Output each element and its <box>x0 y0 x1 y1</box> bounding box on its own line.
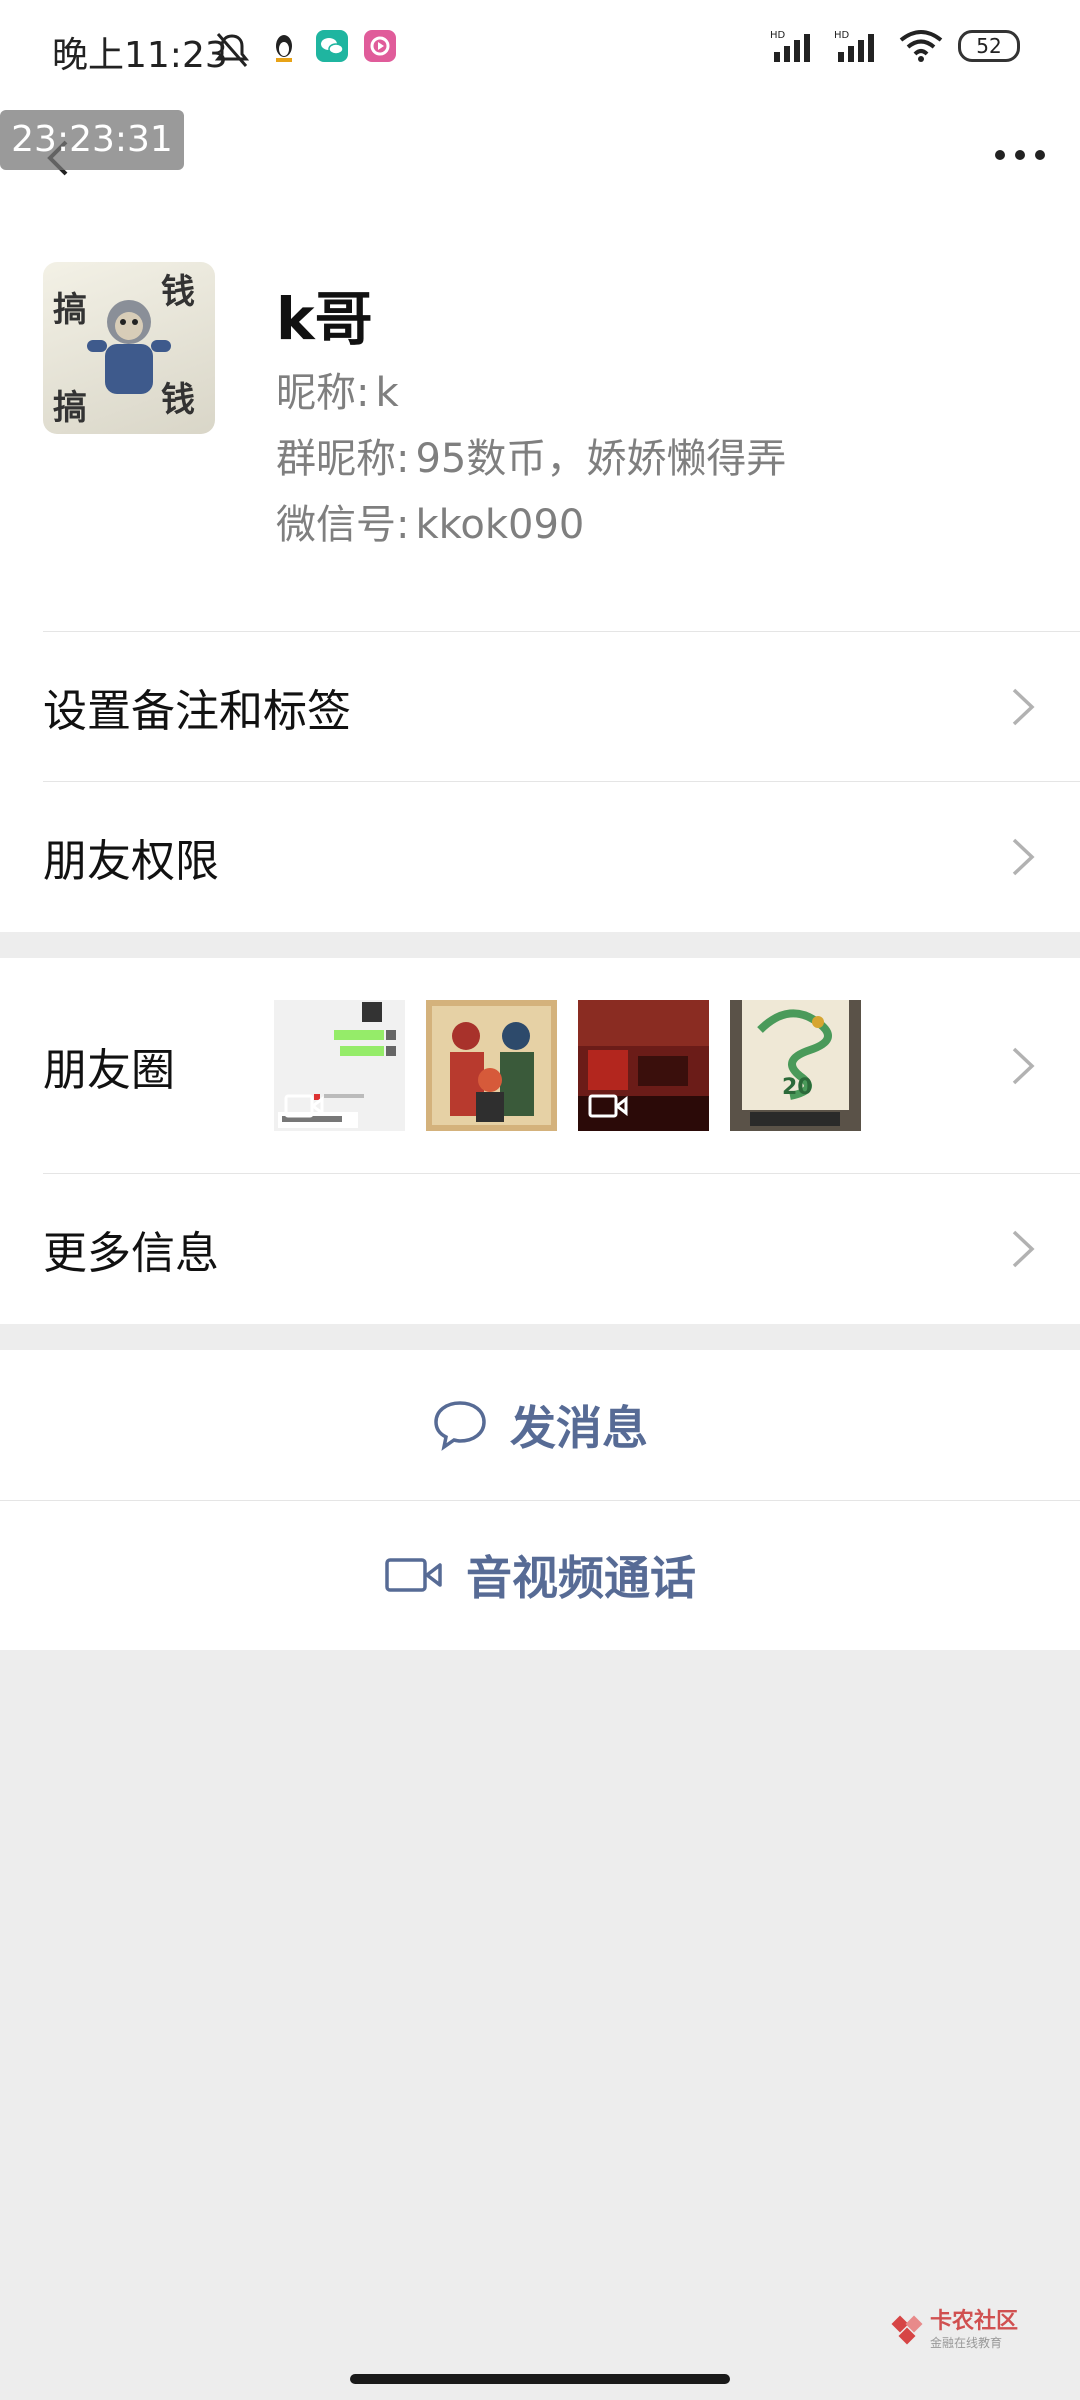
friend-permissions-row[interactable]: 朋友权限 <box>0 782 1080 932</box>
nickname-value: k <box>375 370 399 416</box>
wechat-id-value[interactable]: kkok090 <box>415 502 584 548</box>
remarks-tags-row[interactable]: 设置备注和标签 <box>0 632 1080 782</box>
mute-bell-icon <box>214 33 250 67</box>
home-indicator[interactable] <box>350 2374 730 2384</box>
video-call-icon <box>385 1558 442 1592</box>
nickname-line: 昵称: k <box>276 360 399 418</box>
moments-thumb-painting[interactable] <box>426 1000 557 1131</box>
nickname-label: 昵称: <box>276 370 370 416</box>
top-nav: 23:23:31 <box>0 100 1080 220</box>
send-message-button[interactable]: 发消息 <box>0 1350 1080 1500</box>
svg-text:HD: HD <box>770 30 786 41</box>
more-options-icon[interactable] <box>990 140 1050 170</box>
wechat-id-label: 微信号: <box>276 502 410 548</box>
av-call-button[interactable]: 音视频通话 <box>0 1500 1080 1650</box>
signal-icon-2: HD <box>834 30 874 62</box>
moments-label: 朋友圈 <box>43 1045 175 1096</box>
kanong-logo-icon <box>891 2315 923 2344</box>
video-camera-icon <box>284 1094 324 1118</box>
qq-penguin-icon <box>276 35 292 62</box>
settings-section: 设置备注和标签 朋友权限 <box>0 632 1080 932</box>
moments-thumbnails: 20 <box>274 1000 861 1131</box>
status-time: 晚上11:23 <box>52 35 228 76</box>
chat-bubble-icon <box>434 1401 486 1451</box>
moments-thumb-chat[interactable] <box>274 1000 405 1131</box>
svg-text:20: 20 <box>782 1075 813 1100</box>
chevron-right-icon <box>1012 688 1035 726</box>
signal-icon-1: HD <box>770 30 810 62</box>
watermark: 卡农社区 金融在线教育 <box>890 2310 1018 2351</box>
wechat-app-icon <box>316 30 348 62</box>
group-nickname-label: 群昵称: <box>276 436 410 482</box>
moments-thumb-room[interactable] <box>578 1000 709 1131</box>
remarks-tags-label: 设置备注和标签 <box>43 686 351 737</box>
more-info-label: 更多信息 <box>43 1228 219 1279</box>
friend-permissions-label: 朋友权限 <box>43 836 219 887</box>
chevron-right-icon <box>1012 838 1035 876</box>
video-camera-icon <box>588 1094 628 1118</box>
av-call-label: 音视频通话 <box>466 1551 696 1605</box>
battery-indicator: 52 <box>958 30 1020 62</box>
actions-section: 发消息 音视频通话 <box>0 1350 1080 1650</box>
moments-thumb-dragon[interactable]: 20 <box>730 1000 861 1131</box>
monkey-avatar-icon <box>87 300 171 394</box>
music-app-icon <box>364 30 396 62</box>
dragon-picture-image: 20 <box>730 1000 861 1131</box>
group-nickname-value: 95数币，娇娇懒得弄 <box>415 436 787 482</box>
wifi-icon <box>899 30 943 62</box>
chevron-right-icon <box>1012 1230 1035 1268</box>
watermark-subtitle: 金融在线教育 <box>929 2336 1002 2350</box>
send-message-label: 发消息 <box>510 1401 648 1455</box>
watermark-title: 卡农社区 <box>929 2309 1018 2334</box>
avatar[interactable]: 搞 钱 搞 钱 <box>43 262 215 434</box>
wechat-id-line: 微信号: kkok090 <box>276 492 584 550</box>
timestamp-overlay: 23:23:31 <box>0 110 184 170</box>
chevron-right-icon <box>1012 1047 1035 1085</box>
profile-header: 搞 钱 搞 钱 k哥 昵称: k 群昵称: 95数币，娇娇懒得弄 微信号: kkok0… <box>0 220 1080 632</box>
status-bar: 晚上11:23 HD HD 52 <box>0 0 1080 100</box>
door-gods-painting-image <box>426 1000 557 1131</box>
group-nickname-line: 群昵称: 95数币，娇娇懒得弄 <box>276 426 786 484</box>
more-info-row[interactable]: 更多信息 <box>0 1174 1080 1324</box>
svg-text:HD: HD <box>834 30 850 41</box>
status-right: HD HD 52 <box>770 28 1020 64</box>
display-name: k哥 <box>276 285 373 353</box>
moments-row[interactable]: 朋友圈 20 <box>0 958 1080 1174</box>
moments-section: 朋友圈 20 更多信息 <box>0 958 1080 1324</box>
